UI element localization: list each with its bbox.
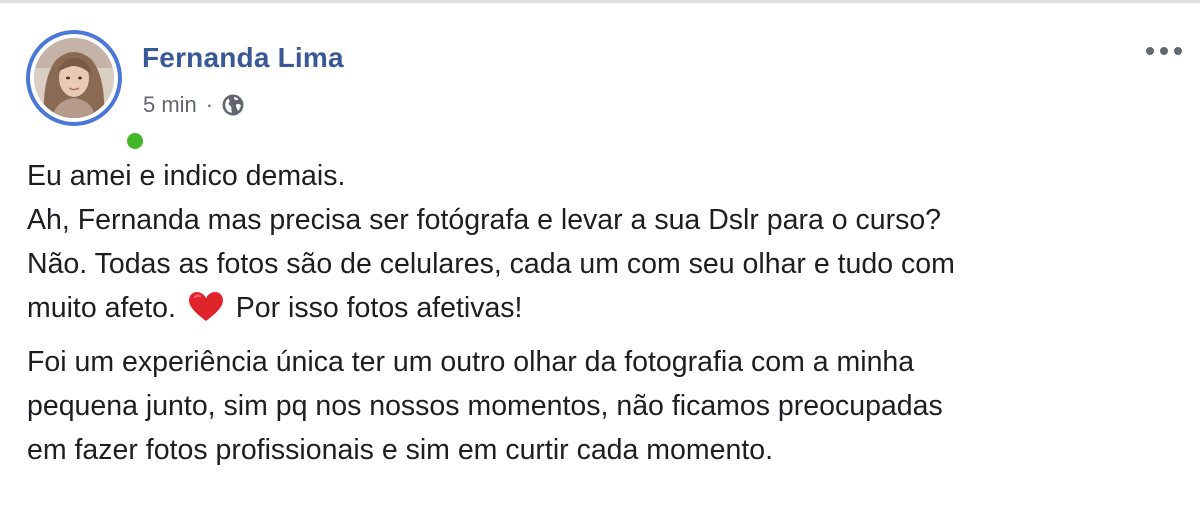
author-avatar[interactable]	[26, 30, 146, 152]
online-status-indicator	[124, 130, 146, 152]
meta-separator: ·	[205, 92, 214, 117]
author-name[interactable]: Fernanda Lima	[142, 42, 344, 74]
red-heart-icon	[188, 291, 224, 323]
globe-icon[interactable]	[221, 93, 245, 117]
profile-photo	[34, 38, 114, 118]
text-segment: Por isso fotos afetivas!	[227, 292, 523, 324]
paragraph-1: Eu amei e indico demais. Ah, Fernanda ma…	[27, 154, 1187, 330]
post-card: Fernanda Lima 5 min · Eu amei e indico d…	[0, 0, 1200, 509]
post-meta: 5 min ·	[143, 90, 245, 120]
text-line: pequena junto, sim pq nos nossos momento…	[27, 390, 943, 422]
more-options-icon[interactable]	[1142, 38, 1186, 64]
text-line-with-emoji: muito afeto. Por isso fotos afetivas!	[27, 286, 1187, 330]
text-segment: muito afeto.	[27, 292, 184, 324]
text-line: Não. Todas as fotos são de celulares, ca…	[27, 248, 955, 280]
text-line: Eu amei e indico demais.	[27, 160, 346, 192]
timestamp[interactable]: 5 min	[143, 92, 197, 118]
text-line: Ah, Fernanda mas precisa ser fotógrafa e…	[27, 204, 942, 236]
post-body: Eu amei e indico demais. Ah, Fernanda ma…	[27, 154, 1187, 472]
text-line: Foi um experiência única ter um outro ol…	[27, 346, 915, 378]
avatar	[34, 38, 114, 118]
text-line: em fazer fotos profissionais e sim em cu…	[27, 434, 774, 466]
paragraph-2: Foi um experiência única ter um outro ol…	[27, 340, 1187, 472]
